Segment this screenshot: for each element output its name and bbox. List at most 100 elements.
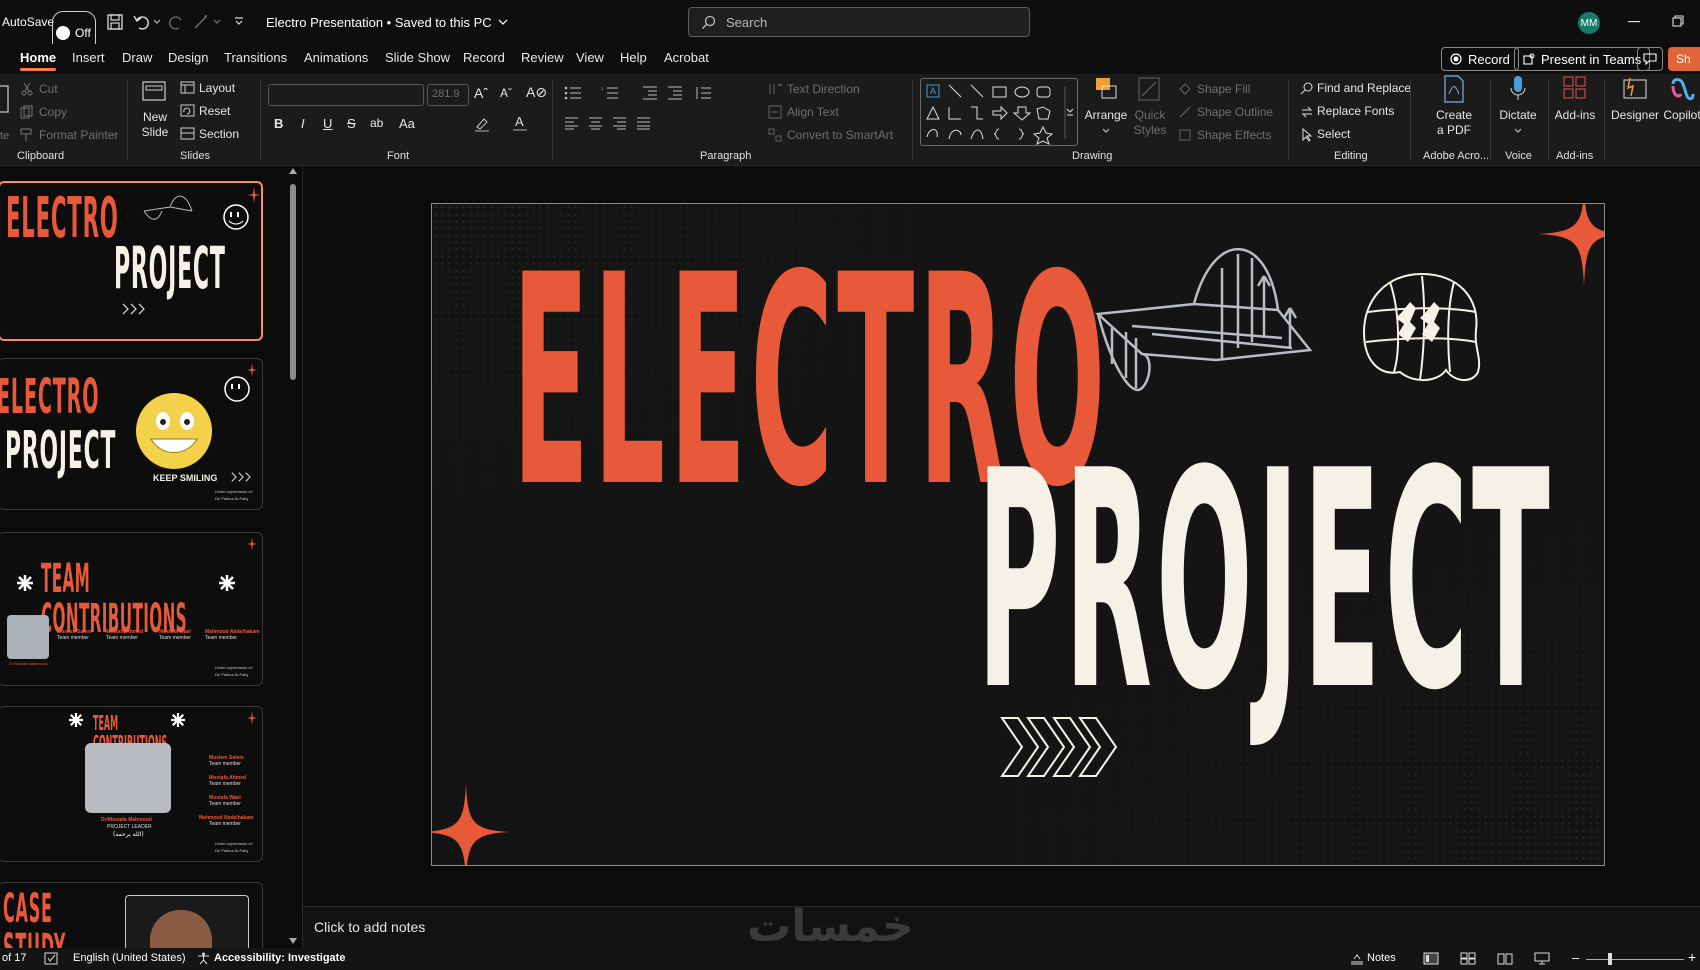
- slide-counter[interactable]: of 17: [2, 952, 26, 964]
- accessibility-status[interactable]: Accessibility: Investigate: [214, 952, 345, 964]
- undo-dropdown-icon[interactable]: [153, 19, 161, 25]
- font-color-icon[interactable]: A: [512, 114, 528, 132]
- scrollbar-thumb[interactable]: [290, 184, 296, 380]
- tab-animations[interactable]: Animations: [304, 50, 368, 65]
- wireframe-graphic[interactable]: [1092, 238, 1328, 408]
- new-slide-button[interactable]: New Slide: [136, 80, 174, 140]
- restore-icon[interactable]: [1672, 15, 1684, 27]
- text-direction-icon[interactable]: [768, 82, 782, 96]
- document-title[interactable]: Electro Presentation • Saved to this PC: [266, 0, 508, 44]
- align-right-icon[interactable]: [612, 117, 627, 130]
- slide-thumbnail-4[interactable]: TEAM CONTRIBUTIONS Dr/Mostafa Mahmoud PR…: [0, 706, 263, 862]
- character-spacing-icon[interactable]: ab: [370, 116, 383, 130]
- tab-insert[interactable]: Insert: [72, 50, 105, 65]
- slide-thumbnail-pane[interactable]: ELECTRO PROJECT ELECTRO PROJECT KEEP SMI…: [0, 166, 300, 952]
- zoom-slider[interactable]: [1586, 959, 1684, 960]
- tab-view[interactable]: View: [576, 50, 604, 65]
- cut-button[interactable]: Cut: [39, 82, 58, 96]
- layout-icon[interactable]: [180, 81, 195, 94]
- shape-effects-button[interactable]: Shape Effects: [1197, 128, 1272, 142]
- replace-fonts-icon[interactable]: [1300, 105, 1314, 119]
- highlight-icon[interactable]: [474, 116, 490, 132]
- layout-button[interactable]: Layout: [199, 81, 235, 95]
- increase-font-size-icon[interactable]: Aˆ: [474, 85, 488, 101]
- tab-review[interactable]: Review: [521, 50, 564, 65]
- shape-fill-icon[interactable]: [1178, 82, 1192, 96]
- present-in-teams-button[interactable]: Present in Teams: [1514, 47, 1651, 71]
- notes-pane[interactable]: Click to add notes خمسات: [303, 905, 1700, 949]
- tab-slide-show[interactable]: Slide Show: [385, 50, 450, 65]
- align-left-icon[interactable]: [564, 117, 579, 130]
- notes-placeholder[interactable]: Click to add notes: [314, 919, 425, 935]
- cursor-icon[interactable]: [1300, 128, 1314, 142]
- scroll-up-icon[interactable]: [289, 168, 297, 174]
- line-spacing-icon[interactable]: [694, 86, 712, 100]
- italic-icon[interactable]: I: [301, 116, 305, 131]
- tab-help[interactable]: Help: [620, 50, 647, 65]
- increase-indent-icon[interactable]: [667, 86, 683, 100]
- tab-acrobat[interactable]: Acrobat: [664, 50, 709, 65]
- record-button[interactable]: Record: [1441, 47, 1519, 71]
- customize-icon[interactable]: [192, 13, 210, 31]
- shape-fill-button[interactable]: Shape Fill: [1197, 82, 1250, 96]
- cut-icon[interactable]: [20, 82, 34, 96]
- notes-toggle[interactable]: Notes: [1367, 952, 1396, 964]
- convert-smartart-button[interactable]: Convert to SmartArt: [787, 128, 893, 142]
- align-center-icon[interactable]: [588, 117, 603, 130]
- font-name-field[interactable]: [268, 84, 424, 106]
- smartart-icon[interactable]: [768, 128, 782, 142]
- add-ins-button[interactable]: Add-ins: [1552, 74, 1598, 123]
- underline-icon[interactable]: U: [323, 116, 332, 131]
- tab-home[interactable]: Home: [20, 50, 57, 71]
- create-pdf-button[interactable]: Create a PDF: [1432, 74, 1476, 138]
- search-input[interactable]: Search: [688, 7, 1030, 37]
- quick-access-menu-icon[interactable]: [234, 16, 244, 26]
- slide-thumbnail-1[interactable]: ELECTRO PROJECT: [0, 181, 263, 341]
- comments-button[interactable]: [1637, 47, 1663, 71]
- find-icon[interactable]: [1300, 82, 1314, 96]
- designer-button[interactable]: Designer: [1610, 74, 1660, 123]
- slide-title-project[interactable]: PROJECT: [977, 432, 1554, 732]
- align-text-button[interactable]: Align Text: [787, 105, 839, 119]
- share-button[interactable]: Sh: [1668, 47, 1700, 71]
- decrease-font-size-icon[interactable]: Aˇ: [500, 86, 512, 100]
- font-size-field[interactable]: 281.9: [427, 84, 469, 106]
- slide-thumbnail-3[interactable]: TEAM CONTRIBUTIONS Moslem Salem Team mem…: [0, 532, 263, 686]
- quick-styles-button[interactable]: Quick Styles: [1130, 74, 1170, 138]
- numbering-icon[interactable]: 1: [601, 86, 619, 100]
- zoom-slider-handle[interactable]: [1608, 953, 1612, 965]
- section-button[interactable]: Section: [199, 127, 239, 141]
- language-indicator[interactable]: English (United States): [73, 952, 186, 964]
- strikethrough-icon[interactable]: S: [347, 116, 356, 131]
- copy-button[interactable]: Copy: [39, 105, 67, 119]
- scroll-down-icon[interactable]: [289, 938, 297, 944]
- redo-icon[interactable]: [166, 12, 186, 32]
- tab-draw[interactable]: Draw: [122, 50, 152, 65]
- dropdown-icon[interactable]: [213, 19, 221, 25]
- shape-effects-icon[interactable]: [1178, 128, 1192, 142]
- bold-icon[interactable]: B: [274, 116, 283, 131]
- tab-transitions[interactable]: Transitions: [224, 50, 287, 65]
- text-direction-button[interactable]: Text Direction: [787, 82, 860, 96]
- reset-icon[interactable]: [180, 104, 195, 117]
- copilot-button[interactable]: Copilot: [1660, 74, 1700, 123]
- arrange-button[interactable]: Arrange: [1084, 74, 1128, 138]
- format-painter-icon[interactable]: [20, 128, 34, 142]
- clear-formatting-icon[interactable]: A⊘: [526, 84, 547, 101]
- slide-show-icon[interactable]: [1534, 952, 1550, 965]
- align-text-icon[interactable]: [768, 105, 782, 119]
- slide-thumbnail-5[interactable]: CASE STUDY: [0, 882, 263, 952]
- zoom-out-icon[interactable]: –: [1572, 950, 1579, 965]
- change-case-icon[interactable]: Aa: [399, 116, 415, 131]
- paste-label-fragment[interactable]: te: [0, 130, 9, 142]
- find-replace-button[interactable]: Find and Replace: [1317, 81, 1411, 95]
- accessibility-icon[interactable]: [197, 952, 210, 965]
- select-button[interactable]: Select: [1317, 127, 1350, 141]
- format-painter-button[interactable]: Format Painter: [39, 128, 118, 142]
- spelling-check-icon[interactable]: [44, 952, 58, 965]
- shape-outline-icon[interactable]: [1178, 105, 1192, 119]
- undo-icon[interactable]: [132, 12, 152, 32]
- justify-icon[interactable]: [636, 117, 651, 130]
- shapes-gallery[interactable]: A: [920, 78, 1078, 146]
- tab-record[interactable]: Record: [463, 50, 505, 65]
